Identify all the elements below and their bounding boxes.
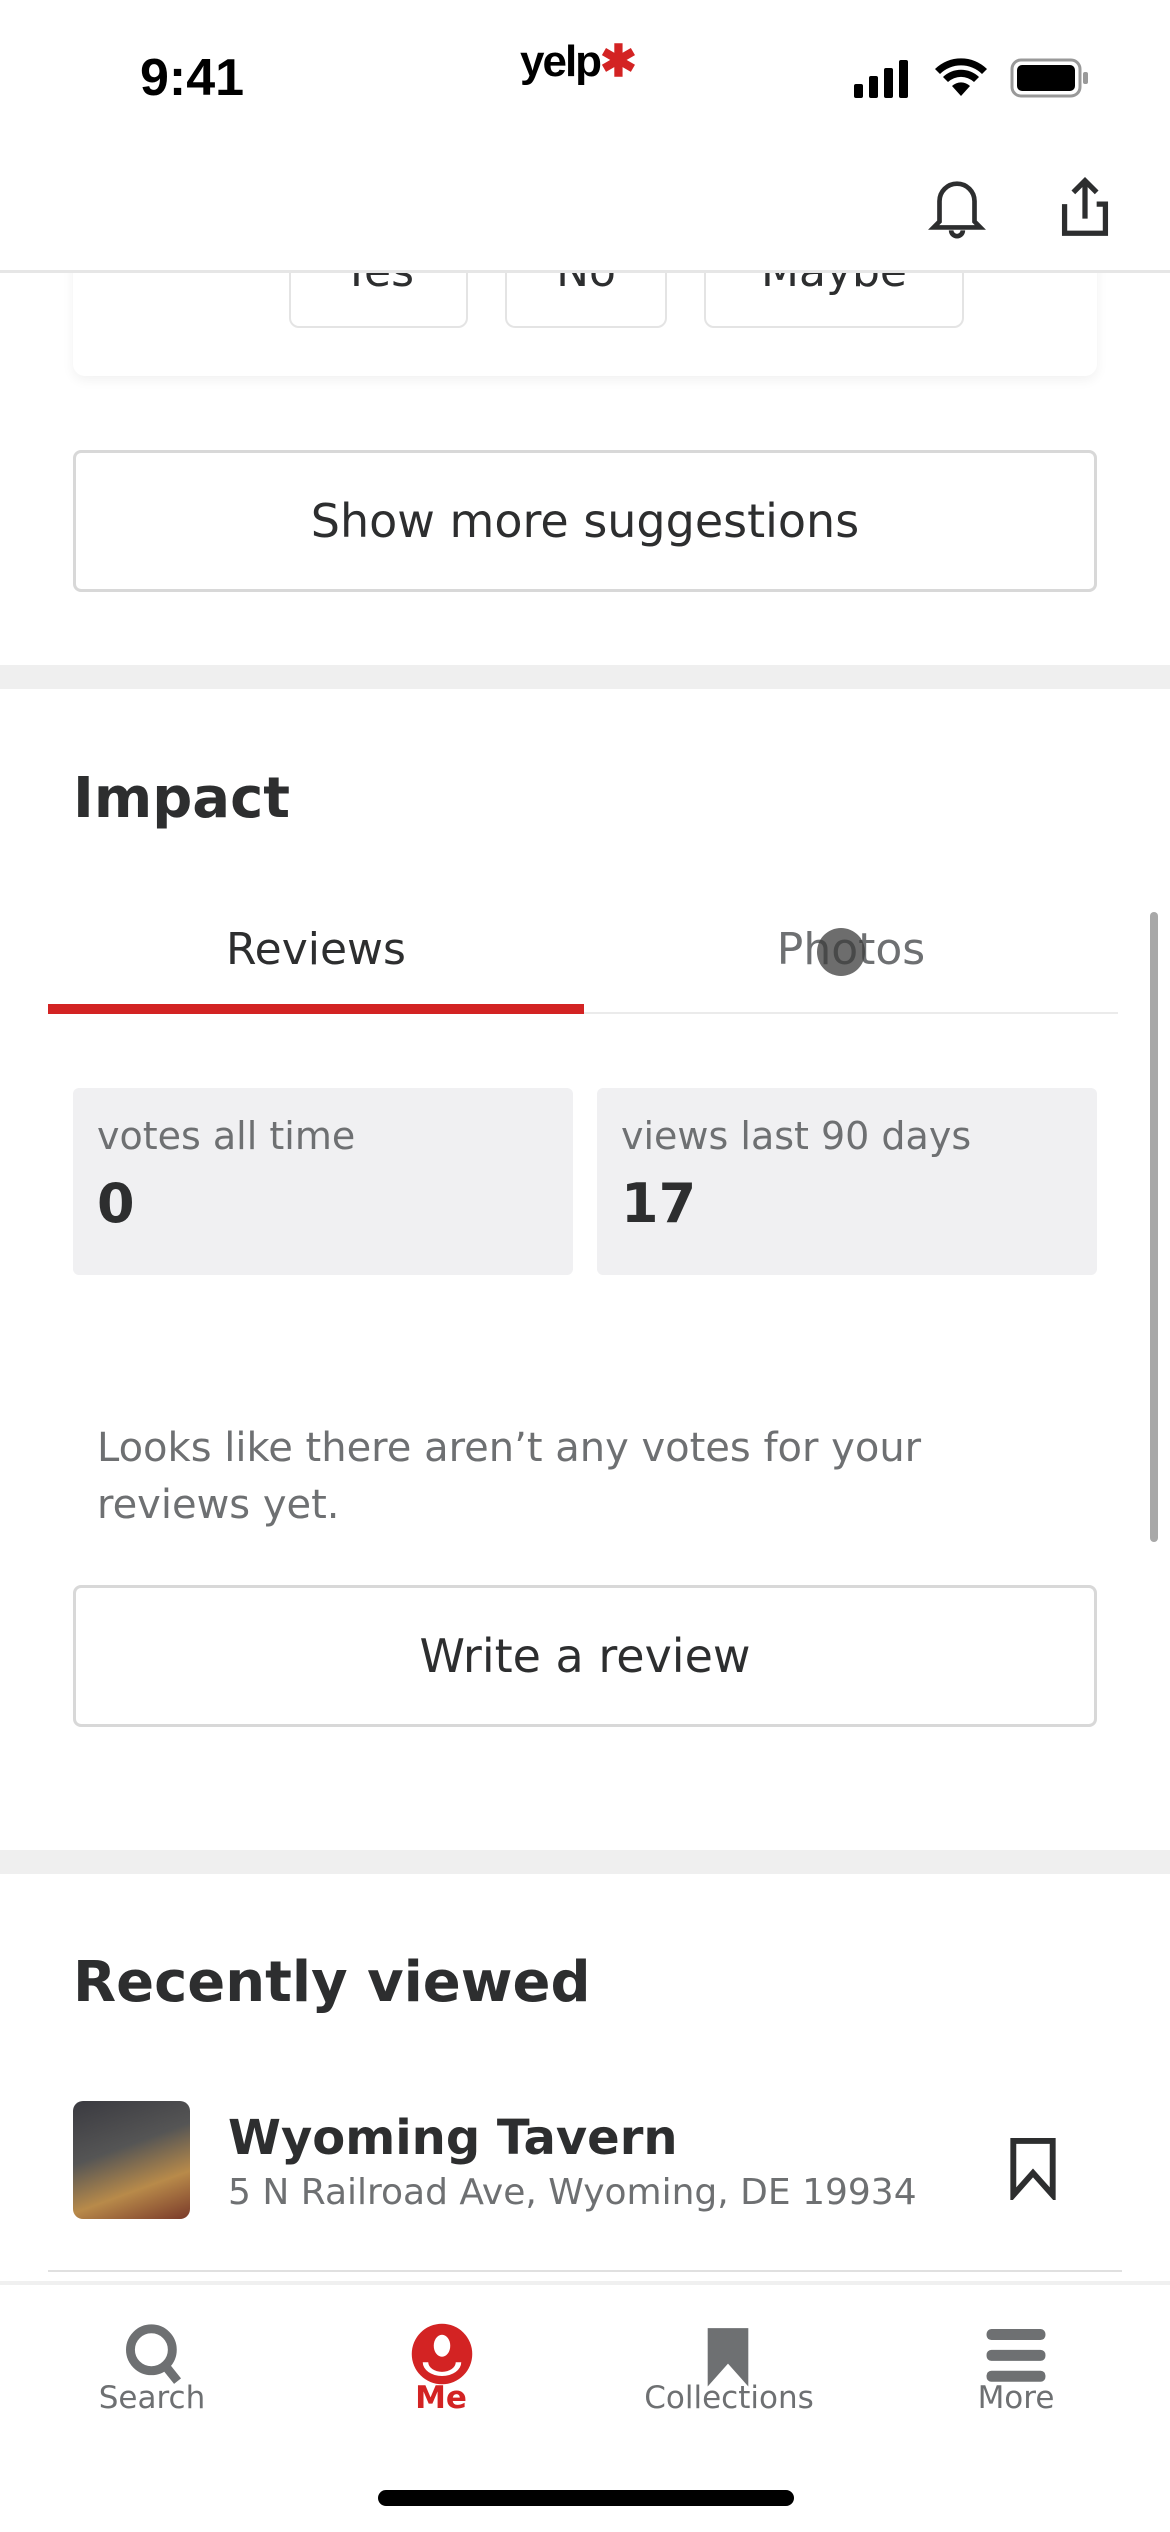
- stat-value: 0: [97, 1172, 135, 1235]
- nav-label-collections: Collections: [644, 2380, 814, 2416]
- menu-icon: [986, 2329, 1046, 2382]
- bookmark-icon[interactable]: [1008, 2136, 1058, 2200]
- wifi-icon: [935, 58, 987, 96]
- empty-votes-message: Looks like there aren’t any votes for yo…: [97, 1425, 922, 1528]
- bell-icon[interactable]: [922, 172, 992, 242]
- business-address: 5 N Railroad Ave, Wyoming, DE 19934: [228, 2172, 917, 2213]
- list-item[interactable]: Wyoming Tavern 5 N Railroad Ave, Wyoming…: [0, 2090, 1170, 2230]
- share-icon[interactable]: [1050, 172, 1120, 242]
- tab-reviews[interactable]: Reviews: [48, 910, 584, 1014]
- nav-more[interactable]: [916, 2305, 1116, 2445]
- header: 9:41 yelp✱: [0, 0, 1170, 273]
- nav-search[interactable]: [52, 2305, 252, 2445]
- battery-icon: [1010, 58, 1088, 98]
- nav-label-search: Search: [98, 2380, 206, 2416]
- yelp-logo: yelp✱: [520, 37, 637, 86]
- nav-label-me: Me: [415, 2380, 467, 2416]
- impact-title: Impact: [73, 766, 291, 831]
- stat-views-card: views last 90 days 17: [597, 1088, 1097, 1275]
- show-more-suggestions-button[interactable]: Show more suggestions: [73, 450, 1097, 592]
- stat-value: 17: [621, 1172, 697, 1235]
- section-divider: [0, 1850, 1170, 1874]
- stat-label: votes all time: [97, 1114, 356, 1158]
- write-review-button[interactable]: Write a review: [73, 1585, 1097, 1727]
- list-divider: [48, 2270, 1122, 2272]
- user-icon: [411, 2323, 473, 2385]
- stat-label: views last 90 days: [621, 1114, 972, 1158]
- nav-me[interactable]: [341, 2305, 541, 2445]
- home-indicator: [378, 2490, 794, 2506]
- business-thumbnail: [73, 2101, 190, 2219]
- nav-label-more: More: [977, 2380, 1055, 2416]
- status-time: 9:41: [140, 49, 245, 107]
- signal-icon: [854, 60, 908, 98]
- touch-indicator: [817, 928, 865, 976]
- search-icon: [126, 2324, 182, 2384]
- scrollbar[interactable]: [1150, 912, 1158, 1542]
- business-name: Wyoming Tavern: [228, 2110, 678, 2166]
- recently-viewed-title: Recently viewed: [73, 1950, 591, 2015]
- stat-votes-card: votes all time 0: [73, 1088, 573, 1275]
- section-divider: [0, 665, 1170, 689]
- nav-collections[interactable]: [629, 2305, 829, 2445]
